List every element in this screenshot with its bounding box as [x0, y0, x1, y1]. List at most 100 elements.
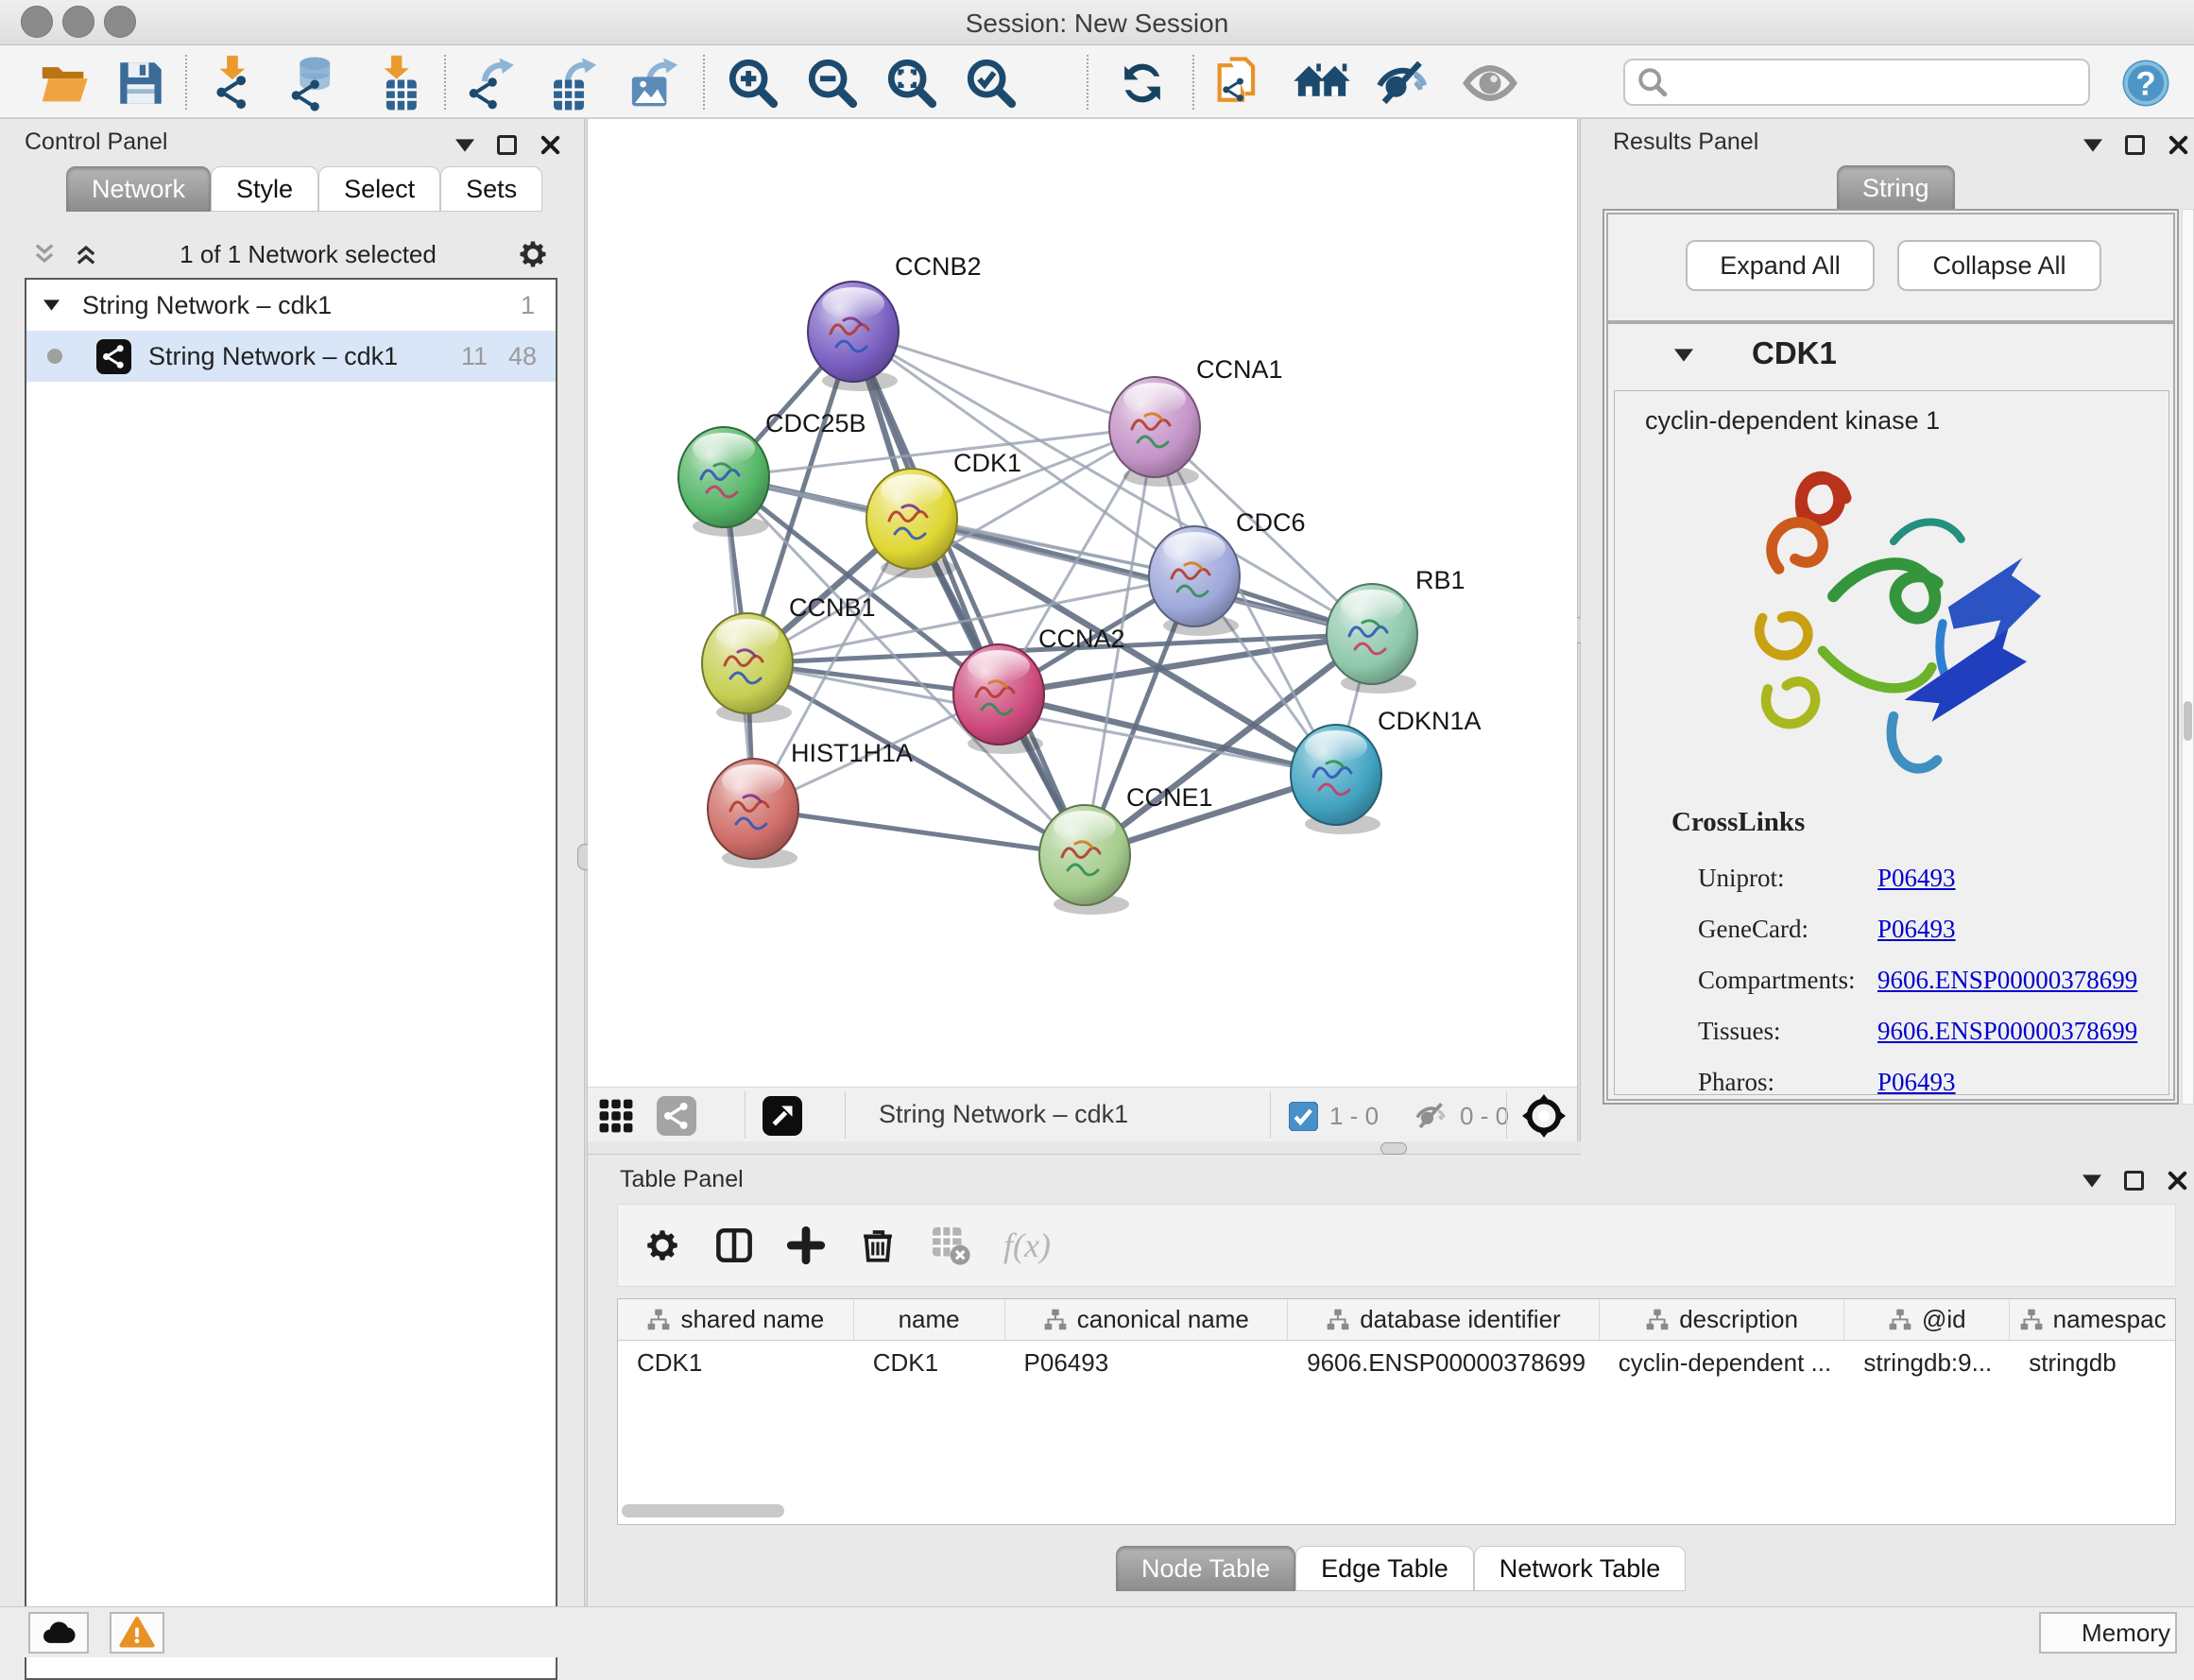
- network-node-CCNB2[interactable]: [808, 282, 899, 391]
- crosslink-genecard[interactable]: P06493: [1877, 903, 1956, 954]
- horizontal-splitter-handle[interactable]: [1380, 1142, 1407, 1155]
- export-table-icon[interactable]: [540, 53, 603, 113]
- column-header[interactable]: database identifier: [1288, 1299, 1600, 1340]
- column-header[interactable]: canonical name: [1005, 1299, 1289, 1340]
- function-builder-icon[interactable]: f(x): [1003, 1226, 1051, 1265]
- refresh-view-icon[interactable]: [1111, 53, 1174, 113]
- close-panel-icon[interactable]: [2168, 134, 2189, 156]
- network-node-RB1[interactable]: [1327, 584, 1417, 694]
- tab-network[interactable]: Network: [66, 166, 211, 212]
- network-node-CCNA2[interactable]: [953, 644, 1044, 754]
- network-node-CCNA1[interactable]: [1109, 377, 1200, 487]
- close-panel-icon[interactable]: [540, 134, 561, 156]
- table-gear-icon[interactable]: [643, 1226, 682, 1265]
- tab-network-table[interactable]: Network Table: [1474, 1546, 1687, 1591]
- network-collection-row[interactable]: String Network – cdk1 1: [26, 280, 556, 331]
- collapse-panel-icon[interactable]: [2083, 1174, 2101, 1188]
- tab-string[interactable]: String: [1837, 165, 1955, 211]
- column-header[interactable]: shared name: [618, 1299, 854, 1340]
- tab-node-table[interactable]: Node Table: [1116, 1546, 1295, 1591]
- birdseye-view-icon[interactable]: [756, 1086, 809, 1146]
- eye-icon[interactable]: [1459, 53, 1521, 113]
- column-header[interactable]: @id: [1844, 1299, 2010, 1340]
- network-node-CDKN1A[interactable]: [1291, 725, 1381, 834]
- zoom-fit-content-icon[interactable]: [881, 53, 943, 113]
- crosslink-compartments[interactable]: 9606.ENSP00000378699: [1877, 954, 2137, 1005]
- network-row-selected[interactable]: String Network – cdk1 11 48: [26, 331, 556, 382]
- network-graph[interactable]: CCNB2CCNA1CDC25BCDK1CDC6RB1CCNB1CCNA2CDK…: [588, 119, 1577, 1087]
- table-hscrollbar-thumb[interactable]: [622, 1504, 784, 1517]
- network-node-HIST1H1A[interactable]: [708, 759, 798, 868]
- tree-expand-icon[interactable]: [43, 300, 60, 311]
- gear-icon[interactable]: [516, 237, 550, 271]
- zoom-in-icon[interactable]: [722, 53, 784, 113]
- memory-button[interactable]: Memory: [2039, 1612, 2177, 1654]
- glasses-slash-icon[interactable]: [1372, 53, 1434, 113]
- zoom-out-icon[interactable]: [801, 53, 864, 113]
- delete-column-icon[interactable]: [858, 1226, 898, 1265]
- help-icon[interactable]: ?: [2115, 53, 2177, 113]
- collapse-panel-icon[interactable]: [455, 139, 474, 152]
- cell-namespace[interactable]: stringdb: [2010, 1341, 2175, 1384]
- collapse-all-button[interactable]: Collapse All: [1897, 240, 2101, 291]
- cell-canonical-name[interactable]: P06493: [1005, 1341, 1289, 1384]
- open-session-icon[interactable]: [34, 53, 96, 113]
- crosslink-uniprot[interactable]: P06493: [1877, 852, 1956, 903]
- expand-all-button[interactable]: Expand All: [1686, 240, 1875, 291]
- import-network-database-icon[interactable]: [282, 53, 344, 113]
- add-column-icon[interactable]: [786, 1226, 826, 1265]
- import-table-icon[interactable]: [365, 53, 427, 113]
- float-panel-icon[interactable]: [2125, 135, 2145, 155]
- cell-id[interactable]: stringdb:9...: [1844, 1341, 2010, 1384]
- search-input[interactable]: [1676, 63, 2088, 101]
- warning-button[interactable]: [110, 1612, 164, 1654]
- zoom-selected-icon[interactable]: [960, 53, 1022, 113]
- scrollbar-thumb[interactable]: [2184, 701, 2192, 741]
- cell-shared-name[interactable]: CDK1: [618, 1341, 854, 1384]
- delete-table-icon[interactable]: [930, 1225, 971, 1266]
- cell-database-identifier[interactable]: 9606.ENSP00000378699: [1288, 1341, 1600, 1384]
- network-edge[interactable]: [999, 694, 1336, 775]
- collapse-panel-icon[interactable]: [2083, 139, 2102, 152]
- selected-checkbox-icon[interactable]: [1289, 1102, 1318, 1131]
- column-header[interactable]: description: [1600, 1299, 1845, 1340]
- export-network-icon[interactable]: [459, 53, 522, 113]
- network-canvas[interactable]: CCNB2CCNA1CDC25BCDK1CDC6RB1CCNB1CCNA2CDK…: [588, 119, 1577, 1087]
- crosslink-tissues[interactable]: 9606.ENSP00000378699: [1877, 1005, 2137, 1056]
- results-scrollbar[interactable]: [2182, 209, 2194, 1105]
- network-edge[interactable]: [753, 809, 1085, 855]
- crosslink-pharos[interactable]: P06493: [1877, 1056, 1956, 1107]
- column-header[interactable]: namespac: [2010, 1299, 2175, 1340]
- network-node-CCNB1[interactable]: [702, 613, 793, 723]
- network-node-CCNE1[interactable]: [1039, 805, 1130, 915]
- string-document-icon[interactable]: [1211, 53, 1274, 113]
- tab-edge-table[interactable]: Edge Table: [1295, 1546, 1474, 1591]
- collapse-all-chevron-icon[interactable]: [72, 241, 100, 267]
- cell-description[interactable]: cyclin-dependent ...: [1600, 1341, 1845, 1384]
- expand-all-chevron-icon[interactable]: [30, 241, 59, 267]
- float-panel-icon[interactable]: [2124, 1171, 2144, 1191]
- save-session-icon[interactable]: [110, 53, 172, 113]
- grid-view-icon[interactable]: [590, 1086, 643, 1146]
- gene-collapse-icon[interactable]: [1674, 349, 1693, 362]
- share-view-icon[interactable]: [650, 1086, 703, 1146]
- column-header[interactable]: name: [854, 1299, 1005, 1340]
- crosshair-icon[interactable]: [1517, 1086, 1570, 1146]
- tab-sets[interactable]: Sets: [440, 166, 542, 212]
- export-image-icon[interactable]: [622, 53, 684, 113]
- tab-style[interactable]: Style: [211, 166, 318, 212]
- table-row[interactable]: CDK1 CDK1 P06493 9606.ENSP00000378699 cy…: [618, 1341, 2175, 1384]
- cloud-button[interactable]: [28, 1612, 89, 1654]
- columns-icon[interactable]: [714, 1226, 754, 1265]
- tab-select[interactable]: Select: [318, 166, 440, 212]
- network-edge[interactable]: [853, 332, 1155, 427]
- network-edge[interactable]: [853, 332, 1085, 855]
- float-panel-icon[interactable]: [497, 135, 517, 155]
- cell-name[interactable]: CDK1: [854, 1341, 1005, 1384]
- network-node-CDC25B[interactable]: [678, 427, 769, 537]
- network-node-CDC6[interactable]: [1149, 526, 1240, 636]
- network-node-CDK1[interactable]: [866, 469, 957, 578]
- import-network-file-icon[interactable]: [202, 53, 265, 113]
- homes-icon[interactable]: [1291, 53, 1353, 113]
- close-panel-icon[interactable]: [2167, 1170, 2188, 1191]
